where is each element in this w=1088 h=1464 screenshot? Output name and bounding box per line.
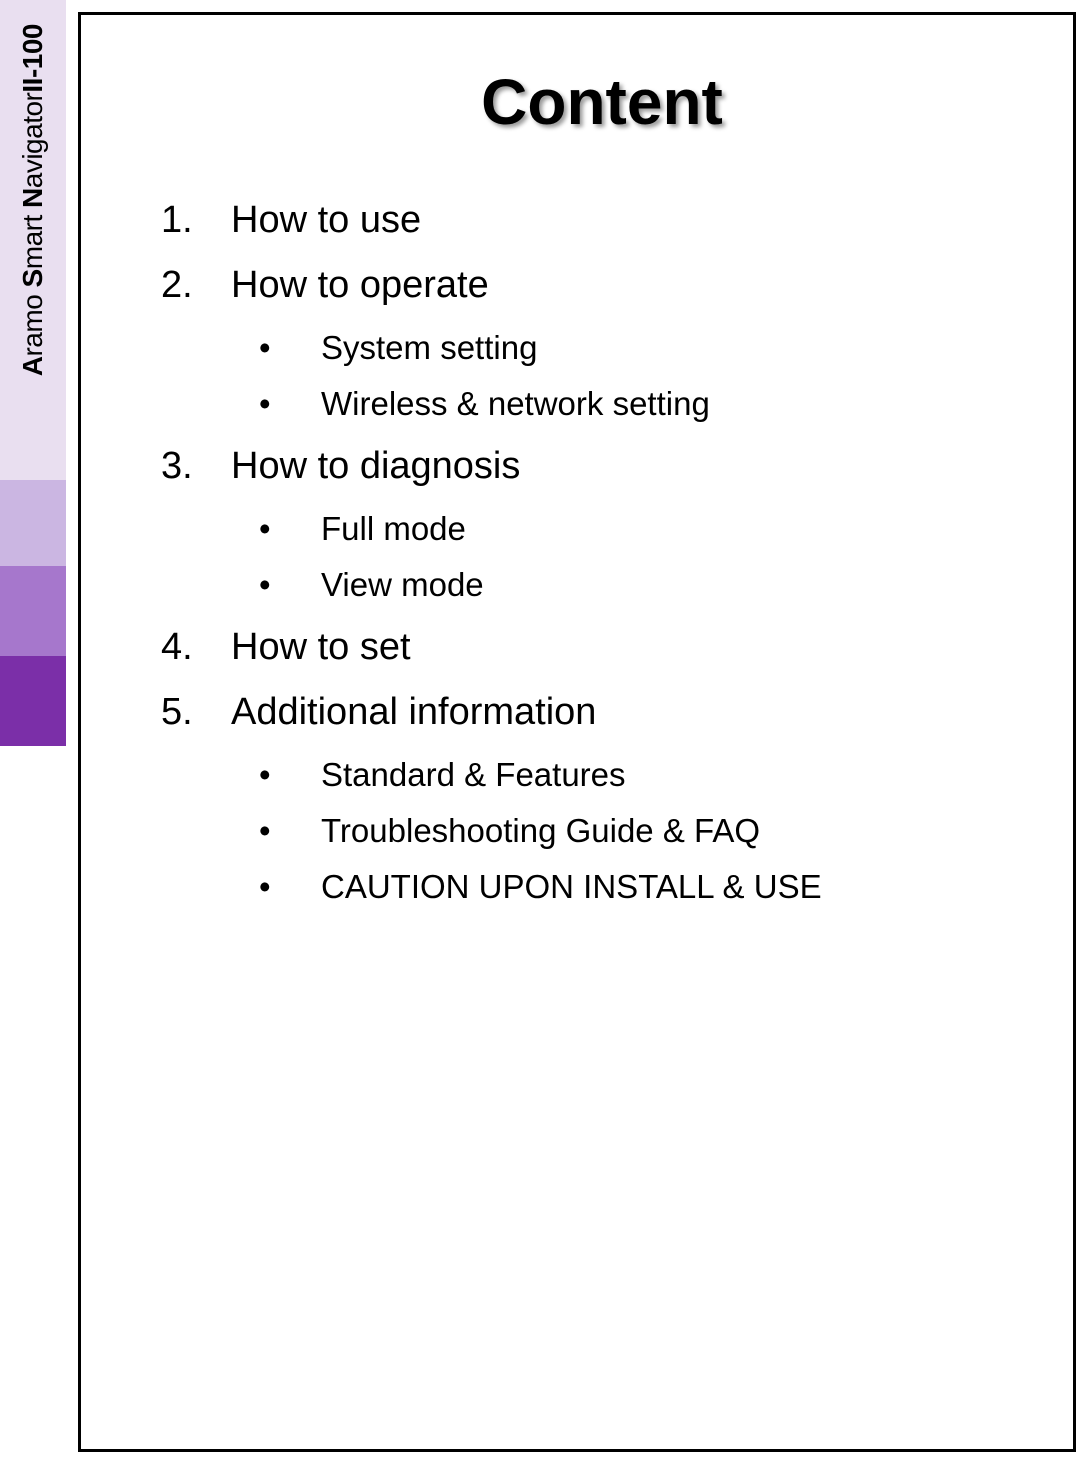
toc-label: How to use xyxy=(231,199,421,242)
sidebar-color-block-3 xyxy=(0,656,66,746)
toc-subitem: • Troubleshooting Guide & FAQ xyxy=(251,812,1043,850)
sidebar-color-block-1 xyxy=(0,480,66,566)
sidebar-color-block-2 xyxy=(0,566,66,656)
bullet-icon: • xyxy=(251,329,321,367)
toc-label: How to set xyxy=(231,626,411,669)
toc-list: 1. How to use 2. How to operate • System… xyxy=(161,199,1043,906)
toc-label: Additional information xyxy=(231,691,596,734)
bullet-icon: • xyxy=(251,812,321,850)
toc-item: 5. Additional information xyxy=(161,691,1043,734)
toc-sublabel: Troubleshooting Guide & FAQ xyxy=(321,812,760,850)
toc-subitem: • View mode xyxy=(251,566,1043,604)
toc-number: 5. xyxy=(161,691,231,734)
bullet-icon: • xyxy=(251,566,321,604)
sidebar: Aramo Smart NavigatorII-100 xyxy=(0,0,66,1464)
toc-label: How to operate xyxy=(231,264,489,307)
toc-number: 3. xyxy=(161,445,231,488)
toc-subitem: • Full mode xyxy=(251,510,1043,548)
sidebar-brand-block: Aramo Smart NavigatorII-100 xyxy=(0,0,66,480)
toc-sublist: • System setting • Wireless & network se… xyxy=(251,329,1043,423)
toc-item: 2. How to operate xyxy=(161,264,1043,307)
toc-subitem: • Wireless & network setting xyxy=(251,385,1043,423)
toc-sublabel: CAUTION UPON INSTALL & USE xyxy=(321,868,822,906)
sidebar-brand-text: Aramo Smart NavigatorII-100 xyxy=(17,24,49,376)
toc-item: 1. How to use xyxy=(161,199,1043,242)
page-frame: Content 1. How to use 2. How to operate … xyxy=(78,12,1076,1452)
toc-subitem: • System setting xyxy=(251,329,1043,367)
toc-sublabel: Full mode xyxy=(321,510,466,548)
toc-item: 3. How to diagnosis xyxy=(161,445,1043,488)
toc-sublabel: View mode xyxy=(321,566,484,604)
toc-item: 4. How to set xyxy=(161,626,1043,669)
toc-label: How to diagnosis xyxy=(231,445,520,488)
toc-number: 4. xyxy=(161,626,231,669)
page-title: Content xyxy=(161,65,1043,139)
toc-number: 1. xyxy=(161,199,231,242)
toc-sublist: • Full mode • View mode xyxy=(251,510,1043,604)
bullet-icon: • xyxy=(251,510,321,548)
toc-sublist: • Standard & Features • Troubleshooting … xyxy=(251,756,1043,906)
bullet-icon: • xyxy=(251,385,321,423)
toc-sublabel: Wireless & network setting xyxy=(321,385,710,423)
bullet-icon: • xyxy=(251,868,321,906)
bullet-icon: • xyxy=(251,756,321,794)
toc-subitem: • Standard & Features xyxy=(251,756,1043,794)
toc-number: 2. xyxy=(161,264,231,307)
toc-sublabel: Standard & Features xyxy=(321,756,626,794)
toc-sublabel: System setting xyxy=(321,329,537,367)
toc-subitem: • CAUTION UPON INSTALL & USE xyxy=(251,868,1043,906)
